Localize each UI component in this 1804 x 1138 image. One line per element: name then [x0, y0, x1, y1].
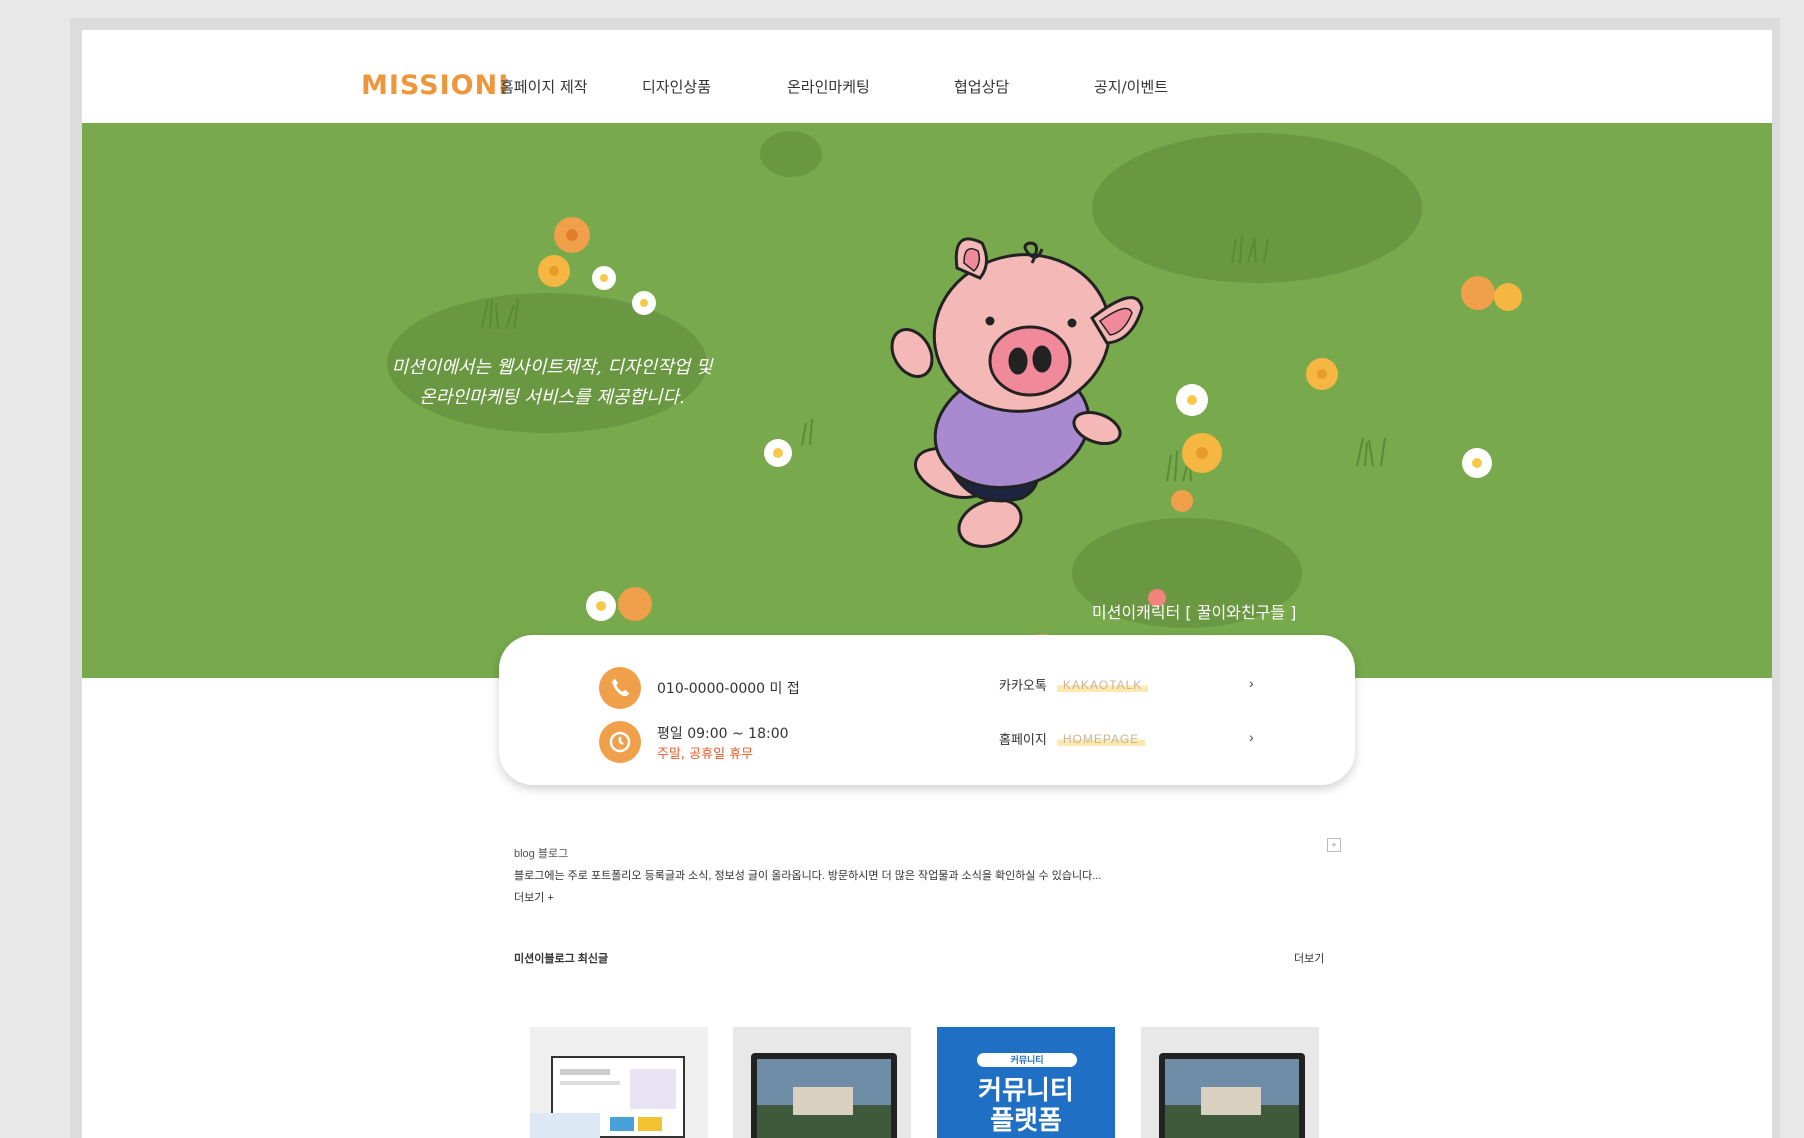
business-hours: 평일 09:00 ~ 18:00	[657, 725, 789, 742]
blog-section: blog 블로그 블로그에는 주로 포트폴리오 등록글과 소식, 정보성 글이 …	[514, 845, 1344, 905]
homepage-label: 홈페이지	[999, 733, 1047, 748]
homepage-tag: HOMEPAGE	[1056, 731, 1146, 746]
clock-icon	[599, 721, 641, 763]
phone-number[interactable]: 010-0000-0000 미 접	[657, 678, 800, 698]
nav-item-consult[interactable]: 협업상담	[954, 76, 1009, 97]
phone-icon	[599, 667, 641, 709]
orange-flower-cluster	[1461, 276, 1522, 311]
pig-character-illustration	[890, 237, 1144, 548]
white-flower	[764, 439, 792, 467]
hero-banner: 미션이에서는 웹사이트제작, 디자인작업 및 온라인마케팅 서비스를 제공합니다…	[82, 123, 1772, 678]
kakao-tag: KAKAOTALK	[1056, 677, 1149, 692]
laptop-mockup-thumbnail	[751, 1053, 897, 1138]
website-mockup-thumbnail	[530, 1056, 685, 1138]
flower-cluster-left	[538, 217, 656, 315]
closed-days: 주말, 공휴일 휴무	[657, 746, 754, 762]
kakao-label: 카카오톡	[999, 679, 1047, 694]
page: MISSIONI 홈페이지 제작 디자인상품 온라인마케팅 협업상담 공지/이벤…	[82, 30, 1772, 1138]
flower-cluster-bottom	[586, 587, 652, 621]
expand-icon[interactable]: +	[1327, 838, 1341, 852]
blog-more-link[interactable]: 더보기 +	[514, 889, 1344, 905]
nav-item-notice[interactable]: 공지/이벤트	[1094, 76, 1168, 97]
kakao-arrow-icon[interactable]: ›	[1249, 675, 1254, 691]
hero-tagline: 미션이에서는 웹사이트제작, 디자인작업 및 온라인마케팅 서비스를 제공합니다…	[352, 353, 752, 413]
post-thumbnail-2[interactable]	[733, 1027, 911, 1138]
kakao-link[interactable]: 카카오톡 KAKAOTALK	[999, 675, 1149, 694]
hero-tagline-line2: 온라인마케팅 서비스를 제공합니다.	[419, 387, 685, 408]
thumbnail-badge: 커뮤니티	[977, 1053, 1077, 1067]
thumbnail-headline: 커뮤니티 플랫폼	[937, 1075, 1115, 1135]
latest-posts-more-link[interactable]: 더보기	[1294, 950, 1324, 966]
top-nav: MISSIONI 홈페이지 제작 디자인상품 온라인마케팅 협업상담 공지/이벤…	[82, 30, 1772, 123]
hero-tagline-line1: 미션이에서는 웹사이트제작, 디자인작업 및	[391, 357, 713, 378]
contact-info-card: 010-0000-0000 미 접 평일 09:00 ~ 18:00 주말, 공…	[499, 635, 1355, 785]
character-caption: 미션이캐릭터 [ 꿀이와친구들 ]	[1092, 603, 1297, 622]
nav-item-design[interactable]: 디자인상품	[642, 76, 711, 97]
white-flower	[1462, 448, 1492, 478]
nav-item-marketing[interactable]: 온라인마케팅	[787, 76, 870, 97]
thumbnail-headline-line1: 커뮤니티	[978, 1075, 1074, 1105]
blog-description: 블로그에는 주로 포트폴리오 등록글과 소식, 정보성 글이 올라옵니다. 방문…	[514, 870, 1102, 882]
post-thumbnail-3[interactable]: 커뮤니티 커뮤니티 플랫폼	[937, 1027, 1115, 1138]
post-thumbnail-1[interactable]	[530, 1027, 708, 1138]
post-thumbnail-4[interactable]	[1141, 1027, 1319, 1138]
nav-item-homepage[interactable]: 홈페이지 제작	[500, 76, 588, 97]
yellow-flower	[1306, 358, 1338, 390]
latest-posts-title: 미션이블로그 최신글	[514, 953, 609, 965]
blog-label: blog 블로그	[514, 848, 569, 860]
site-logo[interactable]: MISSIONI	[361, 70, 509, 101]
phone-row: 010-0000-0000 미 접	[599, 667, 800, 709]
hours-row: 평일 09:00 ~ 18:00 주말, 공휴일 휴무	[599, 721, 789, 763]
homepage-arrow-icon[interactable]: ›	[1249, 729, 1254, 745]
thumbnail-headline-line2: 플랫폼	[990, 1105, 1062, 1135]
laptop-mockup-thumbnail	[1159, 1053, 1305, 1138]
homepage-link[interactable]: 홈페이지 HOMEPAGE	[999, 729, 1146, 748]
